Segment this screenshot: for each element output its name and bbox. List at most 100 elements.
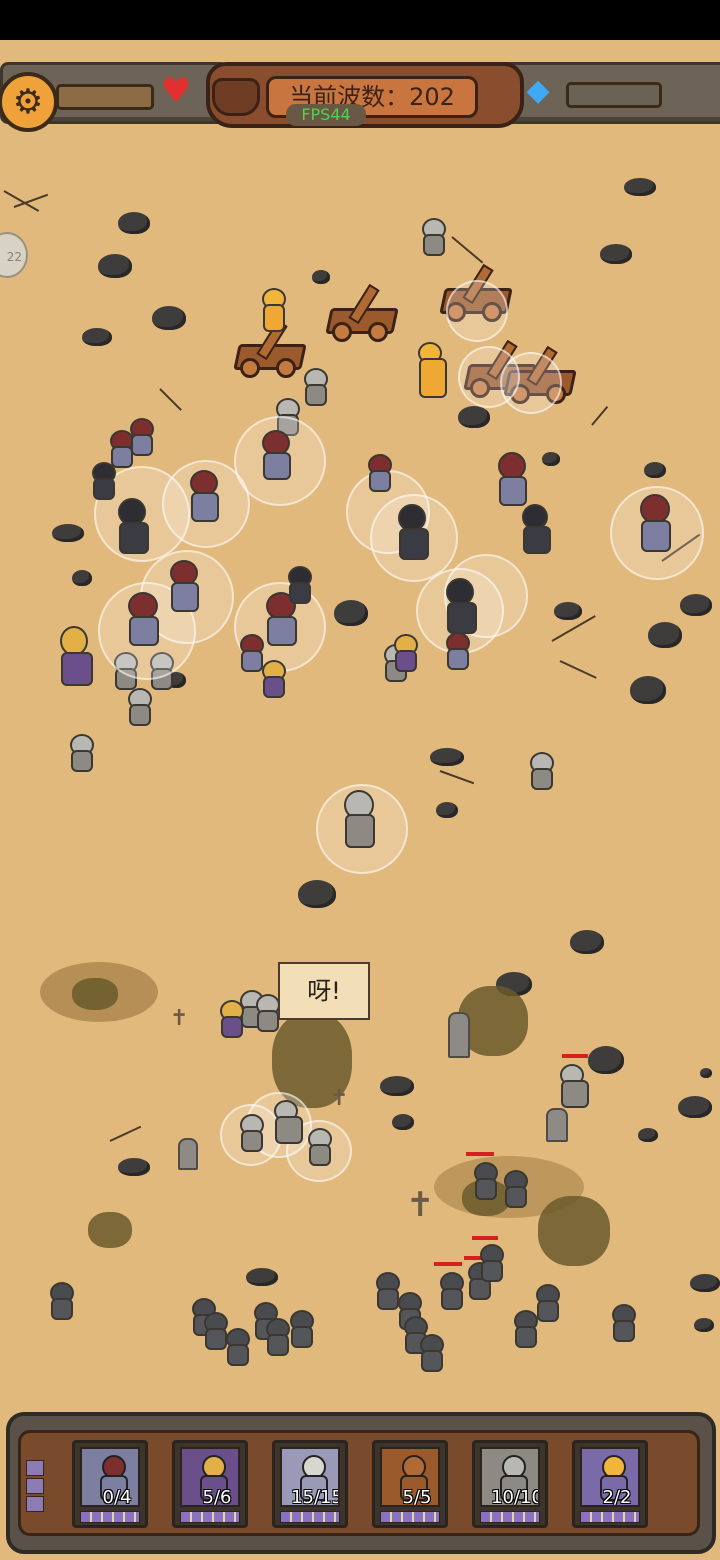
rock (678, 1096, 712, 1118)
black-hooded-fighter[interactable] (284, 566, 312, 604)
horned-enemy[interactable] (416, 1334, 444, 1372)
unit-traits (480, 1511, 540, 1523)
gear-icon[interactable]: ⚙ (0, 72, 58, 132)
black-hooded-fighter[interactable] (394, 504, 432, 560)
spartan-warrior[interactable] (258, 660, 290, 706)
unit-traits (80, 1511, 140, 1523)
yellow-robed-unit[interactable] (414, 342, 454, 402)
horned-enemy[interactable] (532, 1284, 560, 1322)
grave-cross: ✝ (406, 1185, 435, 1225)
horned-enemy[interactable] (436, 1272, 464, 1310)
horned-enemy[interactable] (286, 1310, 314, 1348)
rock (380, 1076, 414, 1096)
grey-soldier[interactable] (340, 790, 380, 852)
black-hooded-fighter[interactable] (442, 578, 480, 634)
card-knight[interactable]: 15/15 (272, 1440, 348, 1528)
grave-cross: ✝ (170, 1006, 189, 1031)
black-hooded-fighter[interactable] (518, 504, 552, 554)
rock (312, 270, 330, 284)
shield-bubble (500, 352, 562, 414)
unit-traits (580, 1511, 640, 1523)
enemy-health-bar (466, 1152, 494, 1156)
grey-soldier[interactable] (556, 1064, 592, 1110)
horned-enemy[interactable] (46, 1282, 74, 1320)
grey-soldier[interactable] (304, 1128, 332, 1166)
grey-soldier[interactable] (526, 752, 554, 790)
grave-cross: ✝ (330, 1086, 349, 1111)
rock (694, 1318, 714, 1332)
spartan-warrior[interactable] (216, 1000, 246, 1044)
dark-smoke (538, 1196, 610, 1266)
catapult-unit[interactable] (325, 283, 399, 342)
heart-icon: ♥ (160, 71, 192, 111)
grey-soldier[interactable] (252, 994, 280, 1032)
red-bandana-fighter[interactable] (442, 632, 470, 670)
unit-count: 15/15 (291, 1487, 340, 1507)
enemy-health-bar (562, 1054, 588, 1058)
unit-portrait: 0/4 (80, 1447, 140, 1507)
game-screen: ✝ ✝ ✝ 呀! ♥ ⚙ ◆ 当前波数：202 FPS44 22 0/4 5/6… (0, 0, 720, 1560)
horned-enemy[interactable] (222, 1328, 250, 1366)
grey-soldier[interactable] (236, 1114, 264, 1152)
rock (458, 406, 490, 428)
red-bandana-fighter[interactable] (258, 430, 294, 480)
black-hooded-fighter[interactable] (114, 498, 152, 554)
red-bandana-fighter[interactable] (364, 454, 392, 492)
unit-portrait: 15/15 (280, 1447, 340, 1507)
grey-soldier[interactable] (124, 688, 152, 726)
yellow-robed-unit[interactable] (258, 288, 294, 332)
mini-slot-icon[interactable] (26, 1460, 44, 1476)
enemy-health-bar (434, 1262, 462, 1266)
rock (118, 1158, 150, 1176)
rock (430, 748, 464, 766)
grey-soldier[interactable] (300, 368, 328, 406)
unit-count: 0/4 (102, 1487, 132, 1507)
card-yellow-robe[interactable]: 2/2 (572, 1440, 648, 1528)
unit-portrait: 5/6 (180, 1447, 240, 1507)
red-bandana-fighter[interactable] (126, 418, 154, 456)
fps-counter: FPS44 (286, 104, 366, 126)
horned-enemy[interactable] (476, 1244, 504, 1282)
spartan-warrior[interactable] (56, 626, 96, 686)
red-bandana-fighter[interactable] (124, 592, 162, 646)
red-bandana-fighter[interactable] (166, 560, 202, 612)
rock (542, 452, 560, 466)
mini-slot-icon[interactable] (26, 1496, 44, 1512)
horned-enemy[interactable] (608, 1304, 636, 1342)
card-red-bandana[interactable]: 0/4 (72, 1440, 148, 1528)
rock (152, 306, 186, 330)
horned-enemy[interactable] (470, 1162, 498, 1200)
rock (52, 524, 84, 542)
card-catapult[interactable]: 5/5 (372, 1440, 448, 1528)
rock (638, 1128, 658, 1142)
unit-traits (280, 1511, 340, 1523)
rock (82, 328, 112, 346)
tombstone (178, 1138, 198, 1170)
catapult-unit[interactable] (233, 319, 307, 378)
card-soldier[interactable]: 10/10 (472, 1440, 548, 1528)
grey-soldier[interactable] (270, 1100, 306, 1146)
rock (690, 1274, 720, 1292)
unit-portrait: 2/2 (580, 1447, 640, 1507)
health-bar (56, 84, 154, 110)
card-spartan[interactable]: 5/6 (172, 1440, 248, 1528)
red-bandana-fighter[interactable] (186, 470, 222, 522)
horned-enemy[interactable] (500, 1170, 528, 1208)
speech-bubble: 呀! (278, 962, 370, 1020)
red-bandana-fighter[interactable] (494, 452, 530, 506)
grey-soldier[interactable] (66, 734, 94, 772)
mini-slot-icon[interactable] (26, 1478, 44, 1494)
rock (700, 1068, 712, 1078)
tombstone (448, 1012, 470, 1058)
rock (118, 212, 150, 234)
rock (298, 880, 336, 908)
enemy-health-bar (472, 1236, 498, 1240)
unit-portrait: 5/5 (380, 1447, 440, 1507)
black-hooded-fighter[interactable] (88, 462, 116, 500)
grey-soldier[interactable] (418, 218, 446, 256)
spartan-warrior[interactable] (390, 634, 418, 672)
dark-smoke (72, 978, 118, 1010)
dark-smoke (88, 1212, 132, 1248)
rock (600, 244, 632, 264)
red-bandana-fighter[interactable] (636, 494, 676, 552)
